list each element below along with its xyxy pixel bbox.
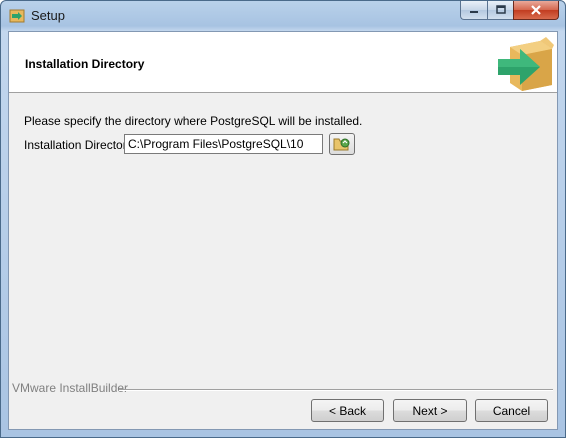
browse-button[interactable] xyxy=(329,133,355,155)
instruction-text: Please specify the directory where Postg… xyxy=(24,114,363,128)
maximize-button[interactable] xyxy=(487,1,513,20)
next-button[interactable]: Next > xyxy=(393,399,467,422)
back-button[interactable]: < Back xyxy=(311,399,384,422)
caption-buttons xyxy=(460,1,559,21)
installbuilder-brand: VMware InstallBuilder xyxy=(12,381,129,395)
close-icon xyxy=(531,5,541,15)
dialog-client-area: Installation Directory Please specify th… xyxy=(8,31,558,430)
window-title: Setup xyxy=(31,8,65,23)
setup-window: Setup Installation Directory Please spec… xyxy=(0,0,566,438)
title-bar[interactable]: Setup xyxy=(1,1,565,31)
close-button[interactable] xyxy=(513,1,559,20)
header-panel: Installation Directory xyxy=(9,32,557,93)
minimize-button[interactable] xyxy=(460,1,487,20)
box-arrow-icon xyxy=(496,35,554,91)
installation-directory-field[interactable] xyxy=(124,134,323,154)
setup-app-icon xyxy=(9,7,25,23)
page-title: Installation Directory xyxy=(25,57,145,71)
maximize-icon xyxy=(495,5,506,14)
minimize-icon xyxy=(470,11,478,13)
cancel-button[interactable]: Cancel xyxy=(475,399,548,422)
footer-divider xyxy=(119,389,553,391)
installation-directory-label: Installation Directory xyxy=(24,138,133,152)
folder-browse-icon xyxy=(333,138,350,151)
